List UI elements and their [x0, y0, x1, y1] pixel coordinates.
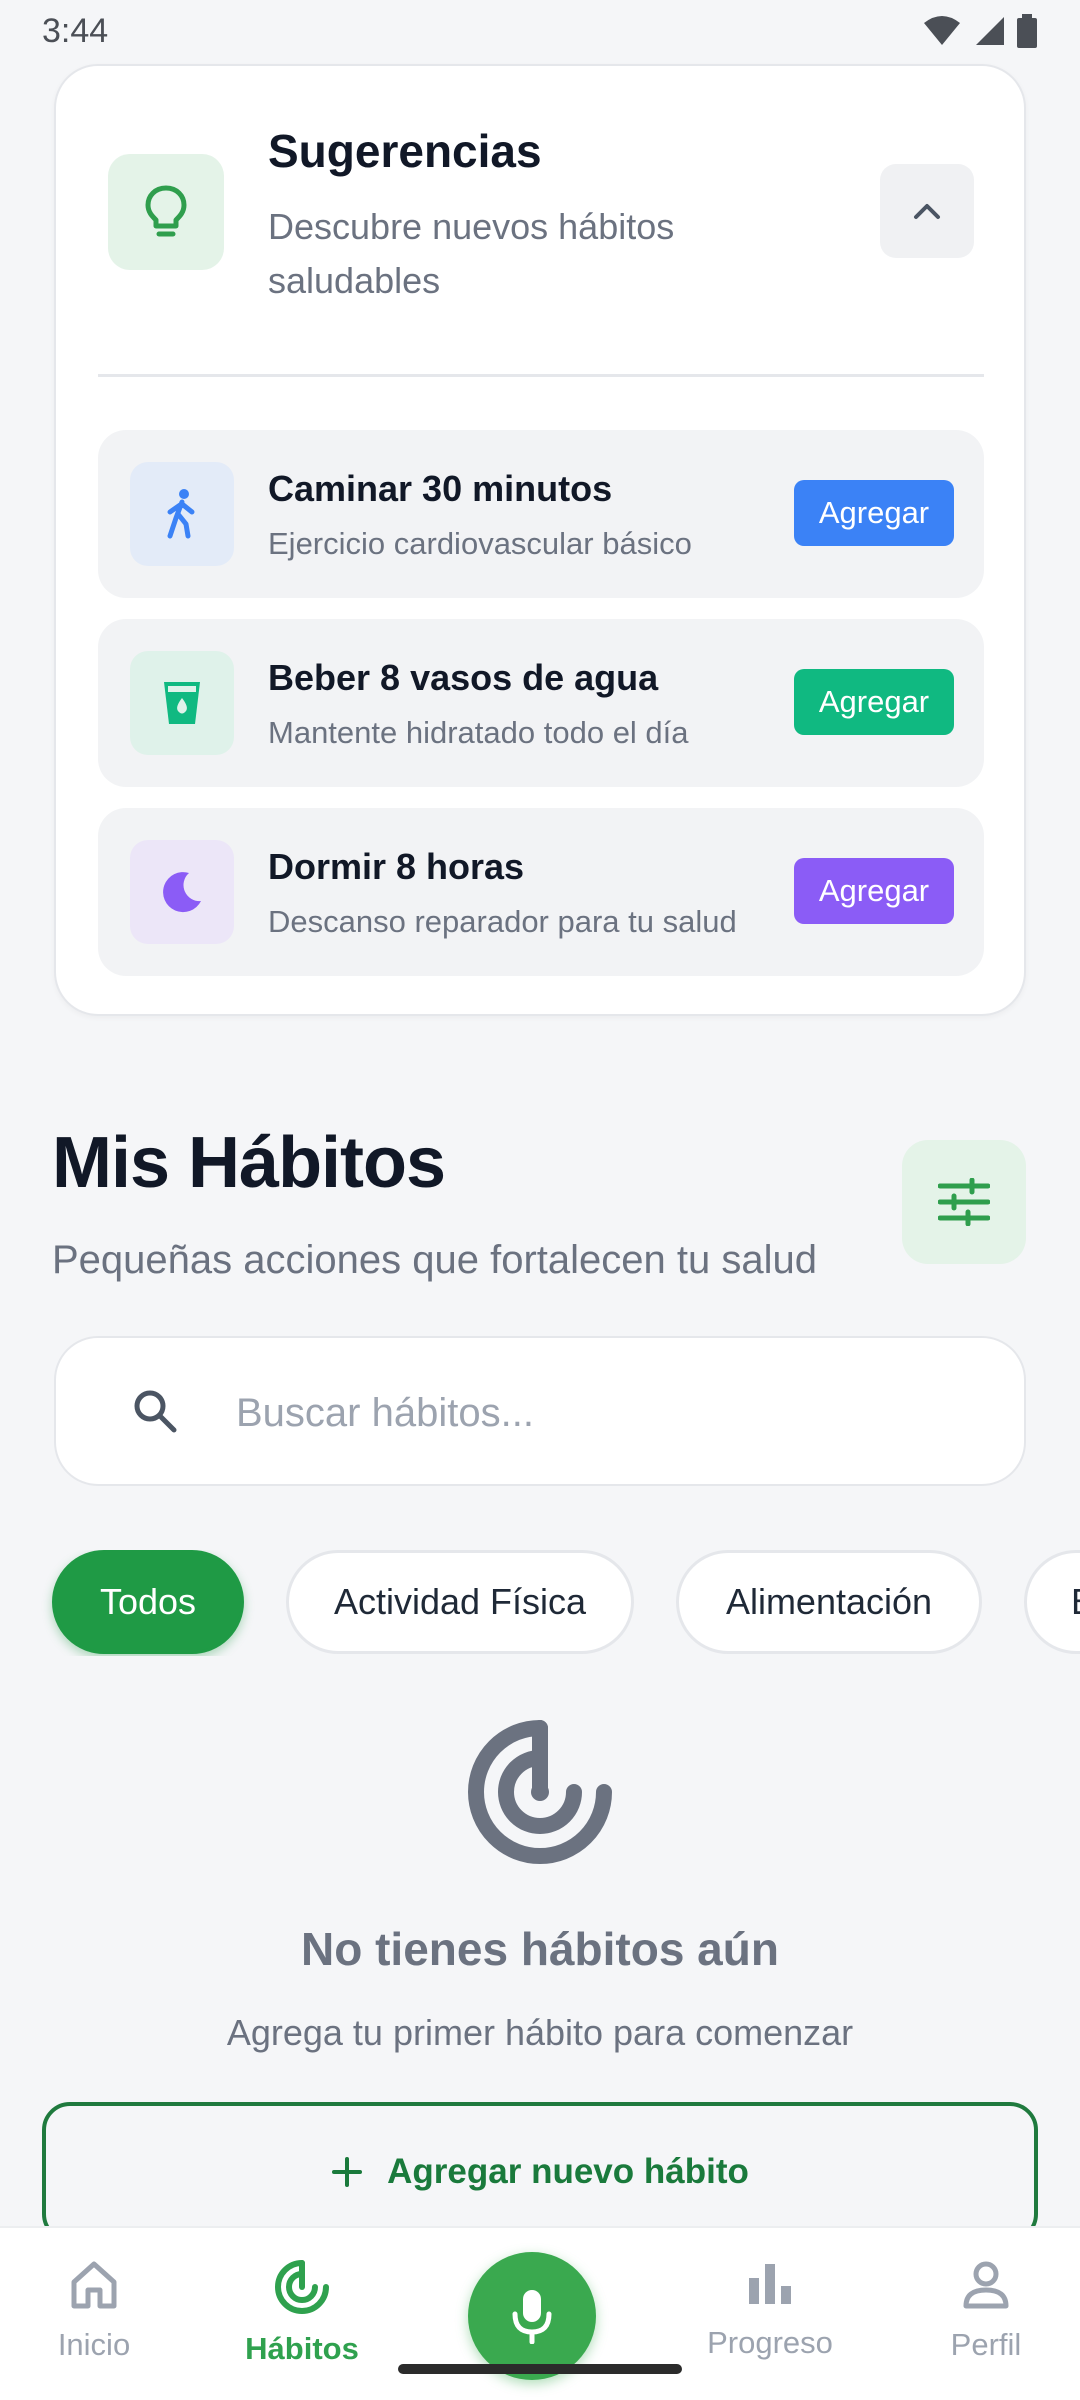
- suggestion-item-water: Beber 8 vasos de agua Mantente hidratado…: [98, 619, 984, 787]
- suggestion-item-sleep: Dormir 8 horas Descanso reparador para t…: [98, 808, 984, 976]
- walking-icon: [167, 489, 195, 539]
- suggestions-subtitle: Descubre nuevos hábitos saludables: [268, 206, 675, 301]
- suggestion-name: Caminar 30 minutos: [268, 468, 613, 509]
- suggestion-item-walk: Caminar 30 minutos Ejercicio cardiovascu…: [98, 430, 984, 598]
- nav-perfil[interactable]: Perfil: [896, 2260, 1076, 2363]
- lightbulb-icon: [145, 185, 187, 237]
- nav-inicio[interactable]: Inicio: [4, 2260, 184, 2363]
- microphone-icon: [512, 2290, 552, 2344]
- chip-actividad-fisica[interactable]: Actividad Física: [286, 1550, 634, 1654]
- nav-habitos[interactable]: Hábitos: [212, 2260, 392, 2367]
- lightbulb-icon-box: [108, 154, 224, 270]
- nav-label: Inicio: [57, 2327, 131, 2362]
- battery-icon: [1017, 14, 1037, 48]
- nav-label: Hábitos: [245, 2331, 359, 2366]
- status-bar: 3:44: [0, 0, 1080, 62]
- suggestion-name: Dormir 8 horas: [268, 846, 525, 887]
- empty-state-subtitle: Agrega tu primer hábito para comenzar: [226, 2012, 854, 2053]
- home-icon: [71, 2261, 117, 2309]
- walking-icon-box: [130, 462, 234, 566]
- wifi-icon: [924, 16, 960, 45]
- category-chips: Todos Actividad Física Alimentación B: [0, 1550, 1080, 1656]
- divider: [98, 374, 984, 377]
- status-time: 3:44: [42, 11, 109, 50]
- suggestion-desc: Mantente hidratado todo el día: [268, 715, 689, 750]
- suggestions-title: Sugerencias: [268, 125, 542, 177]
- add-walk-button[interactable]: Agregar: [794, 480, 954, 546]
- user-icon: [963, 2261, 1009, 2309]
- chip-alimentacion[interactable]: Alimentación: [676, 1550, 982, 1654]
- nav-label: Perfil: [950, 2327, 1022, 2362]
- search-input[interactable]: [236, 1378, 976, 1448]
- add-sleep-button[interactable]: Agregar: [794, 858, 954, 924]
- suggestions-card: Sugerencias Descubre nuevos hábitos salu…: [54, 64, 1026, 1016]
- search-icon: [134, 1390, 177, 1433]
- empty-state-title: No tienes hábitos aún: [301, 1923, 779, 1975]
- target-icon: [275, 2260, 329, 2314]
- page-subtitle: Pequeñas acciones que fortalecen tu salu…: [52, 1238, 817, 1282]
- bar-chart-icon: [749, 2264, 791, 2304]
- moon-icon: [163, 872, 201, 913]
- moon-icon-box: [130, 840, 234, 944]
- water-glass-icon-box: [130, 651, 234, 755]
- signal-icon: [976, 17, 1004, 45]
- target-icon: [468, 1720, 612, 1864]
- page-title: Mis Hábitos: [52, 1123, 446, 1203]
- home-indicator[interactable]: [398, 2364, 682, 2374]
- nav-progreso[interactable]: Progreso: [680, 2260, 860, 2361]
- suggestion-name: Beber 8 vasos de agua: [268, 657, 659, 698]
- search-box[interactable]: [54, 1336, 1026, 1486]
- suggestion-desc: Descanso reparador para tu salud: [268, 904, 737, 939]
- suggestion-desc: Ejercicio cardiovascular básico: [268, 526, 692, 561]
- sliders-icon: [938, 1178, 990, 1226]
- chip-partial[interactable]: B: [1024, 1550, 1080, 1654]
- collapse-button[interactable]: [880, 164, 974, 258]
- add-new-habit-label: Agregar nuevo hábito: [387, 2152, 749, 2191]
- voice-button[interactable]: [468, 2252, 596, 2380]
- add-water-button[interactable]: Agregar: [794, 669, 954, 735]
- water-glass-icon: [164, 682, 200, 724]
- status-icons: [922, 14, 1038, 48]
- chip-todos[interactable]: Todos: [52, 1550, 244, 1654]
- filter-button[interactable]: [902, 1140, 1026, 1264]
- plus-icon: [332, 2157, 363, 2187]
- add-new-habit-button[interactable]: Agregar nuevo hábito: [42, 2102, 1038, 2242]
- chevron-up-icon: [914, 204, 940, 219]
- nav-label: Progreso: [707, 2325, 833, 2360]
